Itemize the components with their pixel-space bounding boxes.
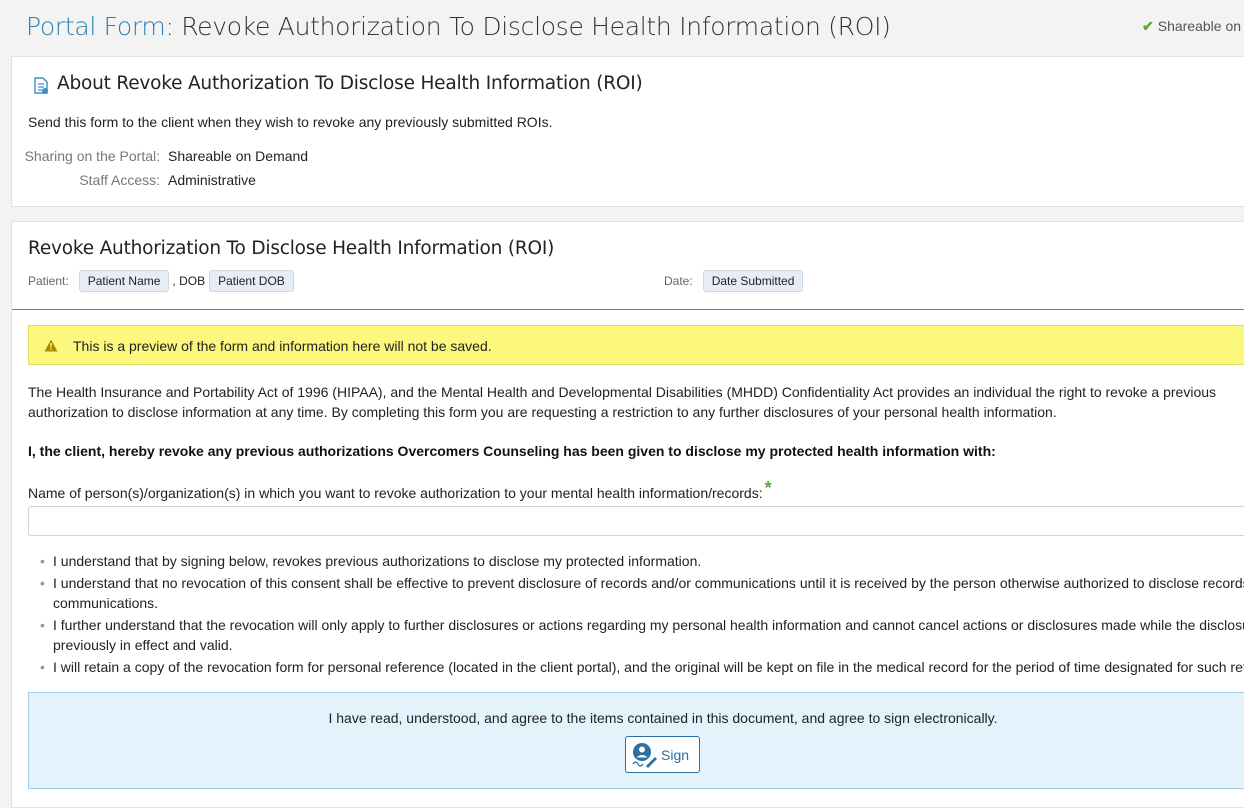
bullet-dot: •	[40, 553, 45, 569]
sharing-label: Sharing on the Portal:	[24, 148, 160, 164]
document-icon	[34, 77, 48, 94]
title-colon: :	[165, 12, 182, 41]
list-item-line1: I understand that no revocation of this …	[53, 575, 1244, 591]
list-item: • I understand that no revocation of thi…	[38, 573, 1244, 613]
form-card: Revoke Authorization To Disclose Health …	[11, 221, 1244, 808]
preview-alert: This is a preview of the form and inform…	[28, 325, 1244, 365]
date-submitted-tag: Date Submitted	[702, 270, 804, 292]
sign-button-label: Sign	[661, 747, 690, 763]
patient-info: Patient: Patient Name , DOB Patient DOB	[28, 270, 294, 292]
signature-panel: I have read, understood, and agree to th…	[28, 692, 1244, 789]
sharing-row: Sharing on the Portal: Shareable on Deman…	[12, 148, 309, 164]
sharing-value: Shareable on Demand	[168, 148, 309, 164]
revoke-recipient-input[interactable]	[28, 506, 1244, 536]
list-item-line2: communications.	[53, 595, 159, 611]
sign-button[interactable]: Sign	[625, 736, 700, 773]
patient-name-tag: Patient Name	[78, 270, 170, 292]
form-title: Revoke Authorization To Disclose Health …	[28, 238, 555, 259]
list-item-line2: previously in effect and valid.	[53, 637, 233, 653]
staff-access-value: Administrative	[168, 172, 256, 188]
about-heading: About Revoke Authorization To Disclose H…	[57, 73, 643, 94]
about-description: Send this form to the client when they w…	[28, 114, 553, 130]
list-item: • I will retain a copy of the revocation…	[38, 657, 1244, 677]
revoke-statement: I, the client, hereby revoke any previou…	[28, 443, 996, 459]
staff-access-row: Staff Access: Administrative	[12, 172, 256, 188]
revoke-recipient-label: Name of person(s)/organization(s) in whi…	[28, 478, 772, 503]
list-item: • I understand that by signing below, re…	[38, 551, 1244, 571]
warning-icon	[44, 339, 58, 352]
patient-label: Patient:	[28, 274, 69, 288]
date-info: Date: Date Submitted	[664, 270, 804, 292]
page-header: Portal Form: Revoke Authorization To Dis…	[0, 0, 1244, 56]
bullet-dot: •	[40, 575, 45, 591]
revoke-recipient-label-text: Name of person(s)/organization(s) in whi…	[28, 485, 763, 501]
intro-paragraph: The Health Insurance and Portability Act…	[28, 384, 1217, 420]
list-item-line1: I understand that by signing below, revo…	[53, 553, 702, 569]
alert-text: This is a preview of the form and inform…	[73, 338, 492, 354]
bullet-dot: •	[40, 659, 45, 675]
dob-separator: , DOB	[172, 274, 206, 288]
page-title: Portal Form: Revoke Authorization To Dis…	[26, 12, 891, 41]
patient-dob-tag: Patient DOB	[209, 270, 294, 292]
header-divider	[12, 309, 1244, 310]
acknowledgement-list: • I understand that by signing below, re…	[38, 551, 1244, 679]
required-marker: *	[764, 478, 772, 498]
agree-text: I have read, understood, and agree to th…	[328, 710, 998, 726]
signature-icon	[632, 743, 657, 768]
shareable-status-label: Shareable on	[1157, 18, 1242, 34]
title-text: Revoke Authorization To Disclose Health …	[181, 12, 891, 41]
date-label: Date:	[664, 274, 693, 288]
portal-form-link[interactable]: Portal Form	[26, 12, 166, 41]
list-item-line1: I further understand that the revocation…	[53, 617, 1244, 633]
check-icon: ✔	[1142, 18, 1154, 34]
staff-access-label: Staff Access:	[79, 172, 160, 188]
shareable-status: ✔ Shareable on	[1142, 18, 1241, 35]
bullet-dot: •	[40, 617, 45, 633]
list-item: • I further understand that the revocati…	[38, 615, 1244, 655]
list-item-line1: I will retain a copy of the revocation f…	[53, 659, 1244, 675]
about-card: About Revoke Authorization To Disclose H…	[11, 56, 1244, 207]
